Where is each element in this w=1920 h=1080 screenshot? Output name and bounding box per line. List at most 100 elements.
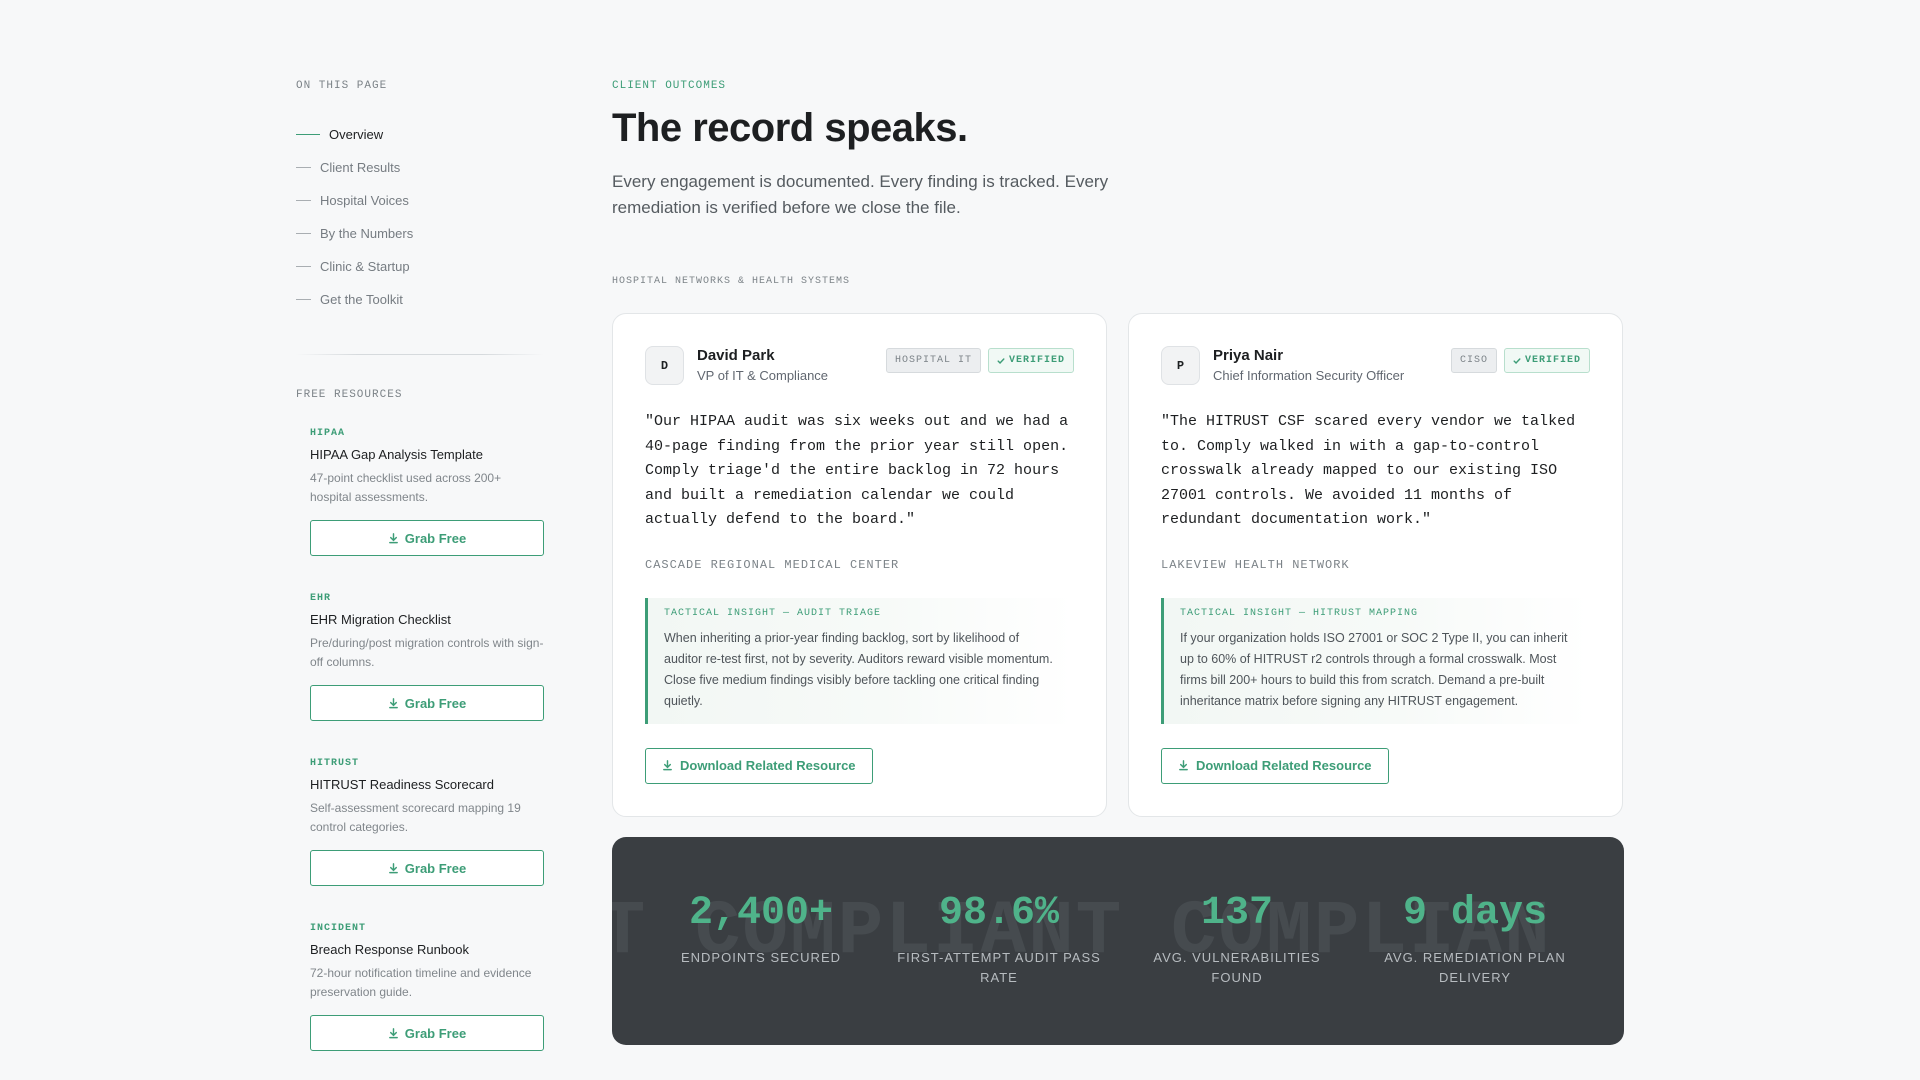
category-badge: CISO xyxy=(1450,348,1497,373)
resource-list: HIPAA HIPAA Gap Analysis Template 47-poi… xyxy=(296,428,544,1080)
resource-tag: EHR xyxy=(310,593,332,604)
toc-item-label: Client Results xyxy=(320,160,401,175)
table-of-contents: Overview Client Results Hospital Voices … xyxy=(296,118,544,316)
resource-tag: HIPAA xyxy=(310,428,346,439)
resource-title: EHR Migration Checklist xyxy=(310,612,451,627)
badges: CISO VERIFIED xyxy=(1450,348,1590,373)
verified-badge: VERIFIED xyxy=(1503,348,1590,373)
grab-free-button[interactable]: Grab Free xyxy=(310,685,544,721)
download-related-resource-button[interactable]: Download Related Resource xyxy=(1161,747,1389,784)
testimonial-cards: D David Park VP of IT & Compliance HOSPI… xyxy=(612,313,1624,817)
testimonial-card: D David Park VP of IT & Compliance HOSPI… xyxy=(612,313,1107,817)
resource-ehr: EHR EHR Migration Checklist Pre/during/p… xyxy=(310,593,544,758)
grab-free-button[interactable]: Grab Free xyxy=(310,1015,544,1051)
resource-title: Breach Response Runbook xyxy=(310,942,469,957)
grab-free-label: Grab Free xyxy=(404,695,467,711)
card-header: D David Park VP of IT & Compliance HOSPI… xyxy=(645,346,1074,385)
grab-free-label: Grab Free xyxy=(404,860,467,876)
person-info: David Park VP of IT & Compliance xyxy=(697,346,886,383)
main-content: CLIENT OUTCOMES The record speaks. Every… xyxy=(612,80,1624,1045)
grab-free-label: Grab Free xyxy=(404,530,467,546)
download-icon xyxy=(388,862,398,873)
badges: HOSPITAL IT VERIFIED xyxy=(885,348,1074,373)
stat-label: FIRST-ATTEMPT AUDIT PASS RATE xyxy=(897,949,1101,985)
tactical-insight: TACTICAL INSIGHT — HITRUST MAPPING If yo… xyxy=(1161,597,1590,724)
stat-audit-pass-rate: 98.6% FIRST-ATTEMPT AUDIT PASS RATE xyxy=(889,891,1109,988)
stat-value: 98.6% xyxy=(938,890,1060,936)
toc-item-hospital-voices[interactable]: Hospital Voices xyxy=(296,184,544,217)
download-icon xyxy=(1179,760,1188,771)
testimonial-quote: "The HITRUST CSF scared every vendor we … xyxy=(1161,413,1576,528)
resource-title: HIPAA Gap Analysis Template xyxy=(310,447,483,462)
toc-item-client-results[interactable]: Client Results xyxy=(296,151,544,184)
free-resources-label: FREE RESOURCES xyxy=(296,389,403,401)
resource-tag: INCIDENT xyxy=(310,923,367,934)
section-eyebrow: CLIENT OUTCOMES xyxy=(612,80,727,92)
toc-item-clinic-startup[interactable]: Clinic & Startup xyxy=(296,250,544,283)
stat-label: AVG. VULNERABILITIES FOUND xyxy=(1153,949,1321,985)
tactical-insight: TACTICAL INSIGHT — AUDIT TRIAGE When inh… xyxy=(645,597,1074,724)
stat-value: 9 days xyxy=(1402,890,1548,936)
person-role: Chief Information Security Officer xyxy=(1213,368,1405,383)
resource-tag: HITRUST xyxy=(310,758,360,769)
person-info: Priya Nair Chief Information Security Of… xyxy=(1213,346,1451,383)
resource-description: Self-assessment scorecard mapping 19 con… xyxy=(310,801,521,834)
resource-hitrust: HITRUST HITRUST Readiness Scorecard Self… xyxy=(310,758,544,923)
person-role: VP of IT & Compliance xyxy=(697,368,829,383)
sidebar-divider xyxy=(296,354,544,355)
download-label: Download Related Resource xyxy=(680,758,856,773)
verified-label: VERIFIED xyxy=(1008,355,1065,366)
insight-label: TACTICAL INSIGHT — AUDIT TRIAGE xyxy=(664,607,882,619)
stat-label: ENDPOINTS SECURED xyxy=(680,949,842,965)
insight-text: When inheriting a prior-year finding bac… xyxy=(664,630,1053,708)
stat-remediation-delivery: 9 days AVG. REMEDIATION PLAN DELIVERY xyxy=(1365,891,1585,988)
stat-vulnerabilities-found: 137 AVG. VULNERABILITIES FOUND xyxy=(1127,891,1347,988)
person-name: Priya Nair xyxy=(1213,347,1284,364)
download-icon xyxy=(388,532,398,543)
insight-text: If your organization holds ISO 27001 or … xyxy=(1180,630,1568,708)
grab-free-button[interactable]: Grab Free xyxy=(310,850,544,886)
stat-endpoints-secured: 2,400+ ENDPOINTS SECURED xyxy=(651,891,871,988)
resource-description: 47-point checklist used across 200+ hosp… xyxy=(310,471,502,504)
toc-item-label: By the Numbers xyxy=(320,226,414,241)
stat-value: 2,400+ xyxy=(688,890,834,936)
hospital-networks-label: HOSPITAL NETWORKS & HEALTH SYSTEMS xyxy=(612,276,851,287)
download-icon xyxy=(388,697,398,708)
page-lede: Every engagement is documented. Every fi… xyxy=(612,172,1109,217)
resource-description: Pre/during/post migration controls with … xyxy=(310,636,544,669)
testimonial-quote: "Our HIPAA audit was six weeks out and w… xyxy=(645,413,1069,528)
download-label: Download Related Resource xyxy=(1196,758,1372,773)
download-icon xyxy=(388,1027,398,1038)
toc-item-get-the-toolkit[interactable]: Get the Toolkit xyxy=(296,283,544,316)
toc-item-label: Get the Toolkit xyxy=(320,292,403,307)
organization-name: CASCADE REGIONAL MEDICAL CENTER xyxy=(645,557,900,572)
stat-label: AVG. REMEDIATION PLAN DELIVERY xyxy=(1384,949,1566,985)
avatar: D xyxy=(645,346,684,385)
page-title: The record speaks. xyxy=(612,106,968,150)
organization-name: LAKEVIEW HEALTH NETWORK xyxy=(1161,557,1350,572)
verified-label: VERIFIED xyxy=(1524,355,1581,366)
toc-item-overview[interactable]: Overview xyxy=(296,118,544,151)
testimonial-card: P Priya Nair Chief Information Security … xyxy=(1128,313,1623,817)
toc-item-label: Clinic & Startup xyxy=(320,259,410,274)
resource-description: 72-hour notification timeline and eviden… xyxy=(310,966,532,999)
toc-item-by-the-numbers[interactable]: By the Numbers xyxy=(296,217,544,250)
stat-row: 2,400+ ENDPOINTS SECURED 98.6% FIRST-ATT… xyxy=(612,837,1624,988)
sidebar: ON THIS PAGE Overview Client Results Hos… xyxy=(296,80,544,1080)
toc-item-label: Overview xyxy=(329,127,384,142)
resource-incident: INCIDENT Breach Response Runbook 72-hour… xyxy=(310,923,544,1080)
avatar: P xyxy=(1161,346,1200,385)
resource-title: HITRUST Readiness Scorecard xyxy=(310,777,494,792)
person-name: David Park xyxy=(697,347,775,364)
insight-label: TACTICAL INSIGHT — HITRUST MAPPING xyxy=(1180,607,1419,619)
toc-item-label: Hospital Voices xyxy=(320,193,409,208)
stats-band: NT COMPLIANT COMPLIAN 2,400+ ENDPOINTS S… xyxy=(612,836,1624,1045)
card-header: P Priya Nair Chief Information Security … xyxy=(1161,346,1590,385)
stat-value: 137 xyxy=(1200,890,1273,936)
grab-free-label: Grab Free xyxy=(404,1025,467,1041)
grab-free-button[interactable]: Grab Free xyxy=(310,520,544,556)
download-related-resource-button[interactable]: Download Related Resource xyxy=(645,747,873,784)
category-badge: HOSPITAL IT xyxy=(885,348,981,373)
verified-badge: VERIFIED xyxy=(987,348,1074,373)
check-icon xyxy=(997,357,1005,364)
